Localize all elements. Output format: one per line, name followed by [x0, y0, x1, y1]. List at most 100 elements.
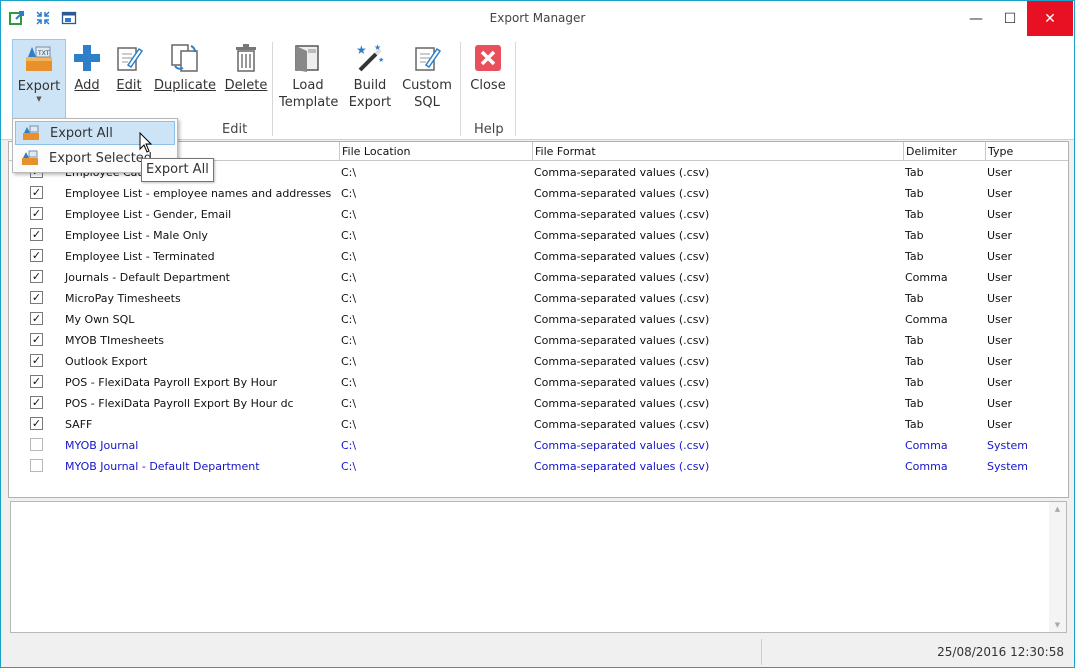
delimiter-cell: Tab: [905, 166, 924, 179]
export-name-cell: POS - FlexiData Payroll Export By Hour d…: [65, 397, 294, 410]
column-file-location[interactable]: File Location: [339, 142, 532, 161]
table-row[interactable]: ✓ My Own SQL C:\ Comma-separated values (.c…: [9, 309, 1068, 330]
export-name-cell: MYOB TImesheets: [65, 334, 165, 347]
delimiter-cell: Tab: [905, 229, 924, 242]
row-checkbox[interactable]: ✓: [30, 417, 43, 430]
table-row[interactable]: ✓ SAFF C:\ Comma-separated values (.csv) Tab…: [9, 414, 1068, 435]
file-format-cell: Comma-separated values (.csv): [534, 355, 710, 368]
row-checkbox[interactable]: ✓: [30, 270, 43, 283]
svg-text:★: ★: [374, 43, 381, 52]
scroll-up-icon[interactable]: ▲: [1049, 505, 1066, 513]
table-row[interactable]: ✓ Journals - Default Department C:\ Comma-s…: [9, 267, 1068, 288]
details-scrollbar[interactable]: ▲ ▼: [1049, 502, 1066, 632]
file-format-cell: Comma-separated values (.csv): [534, 208, 710, 221]
table-row[interactable]: MYOB Journal C:\ Comma-separated values (.…: [9, 435, 1068, 456]
export-manager-window: Export Manager — ☐ ✕ TXT Export ▼ Add Ed…: [0, 0, 1075, 668]
row-checkbox[interactable]: ✓: [30, 396, 43, 409]
export-name-cell: My Own SQL: [65, 313, 135, 326]
row-checkbox[interactable]: ✓: [30, 228, 43, 241]
file-location-cell: C:\: [341, 187, 357, 200]
build-export-button[interactable]: ★ ★ ★ Build Export: [345, 39, 395, 119]
type-cell: System: [987, 460, 1029, 473]
delimiter-cell: Tab: [905, 355, 924, 368]
export-icon: TXT: [13, 40, 65, 78]
row-checkbox[interactable]: [30, 438, 43, 451]
table-row[interactable]: ✓ Employee List - Terminated C:\ Comma-sepa…: [9, 246, 1068, 267]
table-row[interactable]: ✓ MYOB TImesheets C:\ Comma-separated value…: [9, 330, 1068, 351]
edit-button[interactable]: Edit: [111, 39, 147, 119]
row-checkbox[interactable]: ✓: [30, 186, 43, 199]
row-checkbox[interactable]: ✓: [30, 312, 43, 325]
file-location-cell: C:\: [341, 334, 357, 347]
row-checkbox[interactable]: ✓: [30, 375, 43, 388]
file-location-cell: C:\: [341, 460, 357, 473]
delimiter-cell: Comma: [905, 460, 948, 473]
table-row[interactable]: ✓ Employee List - Male Only C:\ Comma-separ…: [9, 225, 1068, 246]
export-name-cell: Outlook Export: [65, 355, 148, 368]
delete-button[interactable]: Delete: [223, 39, 269, 119]
type-cell: System: [987, 439, 1029, 452]
tooltip: Export All: [141, 158, 214, 182]
ribbon-separator: [515, 42, 516, 136]
row-checkbox[interactable]: ✓: [30, 354, 43, 367]
file-location-cell: C:\: [341, 439, 357, 452]
svg-text:★: ★: [378, 56, 384, 64]
type-cell: User: [987, 313, 1013, 326]
table-row[interactable]: ✓ Employee List - Gender, Email C:\ Comma-s…: [9, 204, 1068, 225]
ribbon-separator: [460, 42, 461, 136]
minimize-button[interactable]: —: [959, 1, 993, 36]
row-checkbox[interactable]: ✓: [30, 249, 43, 262]
row-checkbox[interactable]: ✓: [30, 291, 43, 304]
add-button[interactable]: Add: [69, 39, 105, 119]
export-button[interactable]: TXT Export ▼: [12, 39, 66, 119]
column-delimiter[interactable]: Delimiter: [903, 142, 985, 161]
group-label-edit: Edit: [222, 122, 248, 137]
delimiter-cell: Tab: [905, 250, 924, 263]
close-window-button[interactable]: ✕: [1027, 1, 1073, 36]
row-checkbox[interactable]: ✓: [30, 333, 43, 346]
delimiter-cell: Tab: [905, 376, 924, 389]
delimiter-cell: Tab: [905, 397, 924, 410]
custom-sql-icon: [401, 39, 453, 77]
delimiter-cell: Comma: [905, 271, 948, 284]
export-name-cell: Employee List - Terminated: [65, 250, 215, 263]
export-name-cell: POS - FlexiData Payroll Export By Hour: [65, 376, 278, 389]
duplicate-button[interactable]: Duplicate: [153, 39, 217, 119]
file-location-cell: C:\: [341, 271, 357, 284]
file-location-cell: C:\: [341, 418, 357, 431]
close-button[interactable]: Close: [467, 39, 509, 119]
duplicate-icon: [153, 39, 217, 77]
status-bar: 25/08/2016 12:30:58: [1, 637, 1074, 667]
maximize-button[interactable]: ☐: [993, 1, 1027, 36]
export-name-cell: MicroPay Timesheets: [65, 292, 181, 305]
file-format-cell: Comma-separated values (.csv): [534, 187, 710, 200]
type-cell: User: [987, 208, 1013, 221]
table-row[interactable]: ✓ MicroPay Timesheets C:\ Comma-separated v…: [9, 288, 1068, 309]
column-type[interactable]: Type: [985, 142, 1068, 161]
table-row[interactable]: ✓ Outlook Export C:\ Comma-separated values…: [9, 351, 1068, 372]
close-red-icon: [467, 39, 509, 77]
table-row[interactable]: ✓ POS - FlexiData Payroll Export By Hour C…: [9, 372, 1068, 393]
column-file-format[interactable]: File Format: [532, 142, 903, 161]
row-checkbox[interactable]: [30, 459, 43, 472]
file-location-cell: C:\: [341, 250, 357, 263]
scroll-down-icon[interactable]: ▼: [1049, 621, 1066, 629]
table-row[interactable]: ✓ Employee List - employee names and addr…: [9, 183, 1068, 204]
custom-sql-button[interactable]: Custom SQL: [401, 39, 453, 119]
dropdown-arrow-icon: ▼: [36, 95, 42, 103]
file-location-cell: C:\: [341, 376, 357, 389]
type-cell: User: [987, 418, 1013, 431]
type-cell: User: [987, 292, 1013, 305]
export-grid: File Location File Format Delimiter Type…: [8, 141, 1069, 498]
type-cell: User: [987, 187, 1013, 200]
file-format-cell: Comma-separated values (.csv): [534, 418, 710, 431]
export-name-cell: Employee List - Gender, Email: [65, 208, 232, 221]
row-checkbox[interactable]: ✓: [30, 207, 43, 220]
file-format-cell: Comma-separated values (.csv): [534, 271, 710, 284]
build-export-icon: ★ ★ ★: [345, 39, 395, 77]
table-row[interactable]: ✓ POS - FlexiData Payroll Export By Hour …: [9, 393, 1068, 414]
load-template-button[interactable]: Load Template: [279, 39, 338, 119]
file-location-cell: C:\: [341, 355, 357, 368]
export-selected-icon: [21, 150, 39, 170]
table-row[interactable]: MYOB Journal - Default Department C:\ Comm…: [9, 456, 1068, 477]
